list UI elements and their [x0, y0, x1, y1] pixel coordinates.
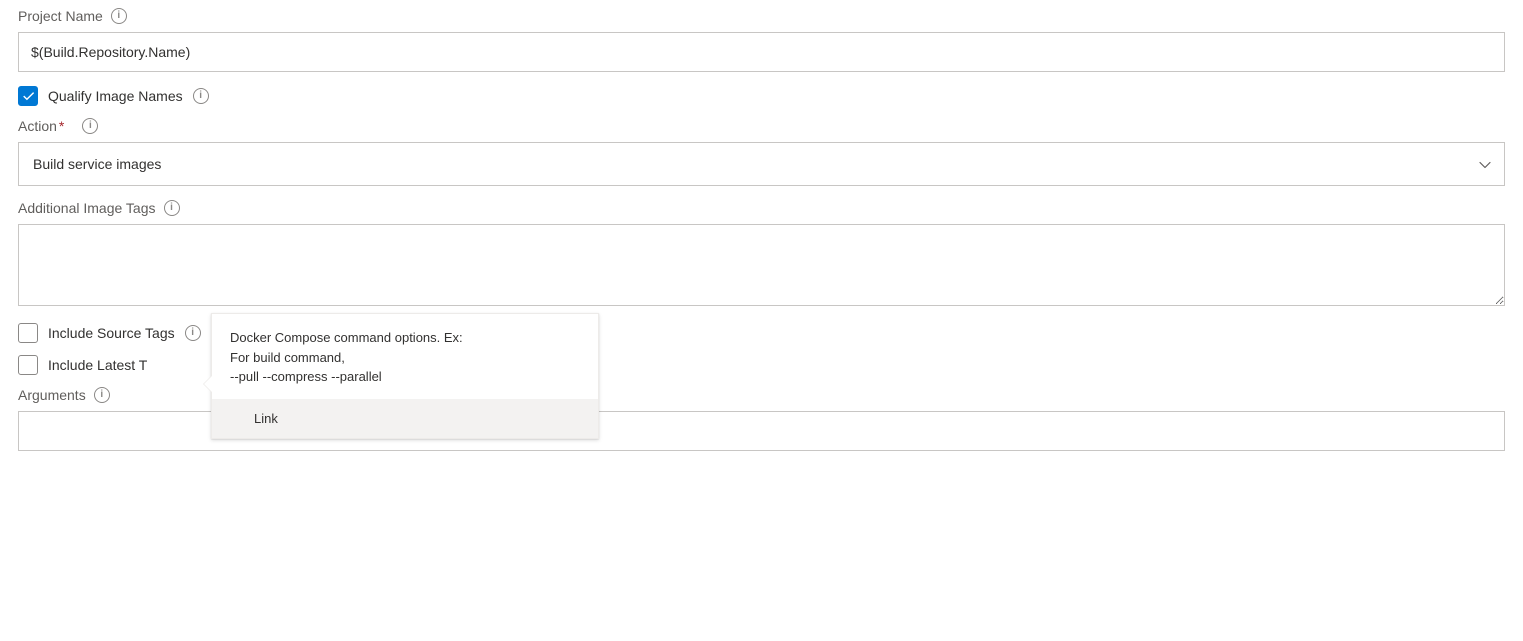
qualify-image-names-checkbox[interactable] — [18, 86, 38, 106]
additional-image-tags-label-row: Additional Image Tags i — [18, 200, 1505, 216]
qualify-image-names-row: Qualify Image Names i — [18, 86, 1505, 106]
action-label-row: Action* i — [18, 118, 1505, 134]
project-name-label: Project Name — [18, 8, 103, 24]
include-latest-tag-checkbox[interactable] — [18, 355, 38, 375]
include-source-tags-checkbox[interactable] — [18, 323, 38, 343]
tooltip-link[interactable]: Link — [212, 399, 598, 438]
tooltip-caret-icon — [204, 376, 212, 392]
arguments-tooltip: Docker Compose command options. Ex: For … — [211, 313, 599, 439]
project-name-label-row: Project Name i — [18, 8, 1505, 24]
info-icon[interactable]: i — [164, 200, 180, 216]
project-name-input[interactable] — [18, 32, 1505, 72]
action-select[interactable]: Build service images — [18, 142, 1505, 186]
action-group: Action* i Build service images — [18, 118, 1505, 186]
additional-image-tags-group: Additional Image Tags i — [18, 200, 1505, 309]
include-latest-tag-label: Include Latest T — [48, 357, 147, 373]
additional-image-tags-label: Additional Image Tags — [18, 200, 156, 216]
info-icon[interactable]: i — [193, 88, 209, 104]
info-icon[interactable]: i — [185, 325, 201, 341]
qualify-image-names-label: Qualify Image Names — [48, 88, 183, 104]
arguments-label: Arguments — [18, 387, 86, 403]
info-icon[interactable]: i — [82, 118, 98, 134]
include-source-tags-label: Include Source Tags — [48, 325, 175, 341]
arguments-group: Arguments i Docker Compose command optio… — [18, 387, 1505, 451]
check-icon — [21, 89, 35, 103]
additional-image-tags-textarea[interactable] — [18, 224, 1505, 306]
tooltip-line: --pull --compress --parallel — [230, 367, 580, 387]
tooltip-line: For build command, — [230, 348, 580, 368]
tooltip-body: Docker Compose command options. Ex: For … — [212, 314, 598, 399]
info-icon[interactable]: i — [111, 8, 127, 24]
tooltip-line: Docker Compose command options. Ex: — [230, 328, 580, 348]
info-icon[interactable]: i — [94, 387, 110, 403]
action-select-wrap: Build service images — [18, 142, 1505, 186]
action-label: Action* — [18, 118, 64, 134]
project-name-group: Project Name i — [18, 8, 1505, 72]
